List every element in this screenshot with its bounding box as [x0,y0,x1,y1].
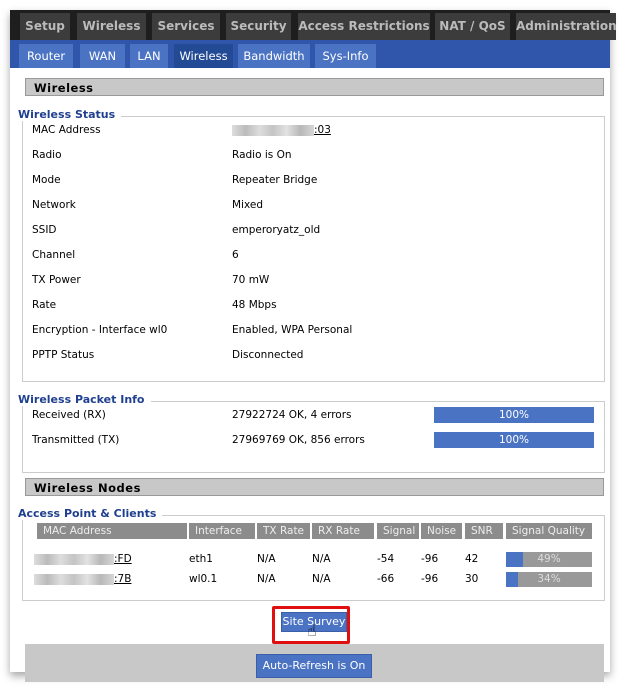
sub-nav: Router WAN LAN Wireless Bandwidth Sys-Info [10,40,610,68]
router-window: Setup Wireless Services Security Access Rest… [10,10,616,682]
column-header: TX Rate [257,523,310,539]
nodes-header: Wireless Nodes [25,478,604,496]
column-header: Interface [189,523,255,539]
column-header: Signal Quality [506,523,592,539]
quality-label: 34% [537,573,561,585]
mac-link[interactable]: :03 [314,124,331,136]
status-label: Rate [32,299,57,311]
signal-quality-bar: 34% [506,572,592,587]
client-rx: N/A [312,573,331,585]
status-label: MAC Address [32,124,101,136]
status-value: Radio is On [232,149,292,161]
column-header: RX Rate [312,523,374,539]
status-value: Enabled, WPA Personal [232,324,353,336]
progress-label: 100% [498,434,530,446]
client-tx: N/A [257,573,276,585]
status-label: TX Power [32,274,81,286]
status-label: Radio [32,149,62,161]
client-interface: wl0.1 [189,573,218,585]
sub-tab-wireless[interactable]: Wireless [174,44,233,68]
wireless-status-fieldset [22,116,605,382]
client-mac: :FD [34,553,132,565]
top-tab-security[interactable]: Security [226,13,291,40]
client-tx: N/A [257,553,276,565]
sub-tab-wan[interactable]: WAN [80,44,125,68]
client-noise: -96 [421,573,439,585]
column-header: SNR [465,523,503,539]
mac-link[interactable]: :FD [114,553,132,565]
hand-cursor-icon: ☝ [307,621,317,640]
wireless-status-legend: Wireless Status [18,108,122,121]
quality-label: 49% [537,553,561,565]
signal-quality-bar: 49% [506,552,592,567]
quality-fill [506,572,518,587]
mac-blur [232,124,314,136]
client-rx: N/A [312,553,331,565]
client-signal: -54 [377,553,395,565]
client-mac: :7B [34,573,131,585]
top-tab-setup[interactable]: Setup [20,13,70,40]
quality-fill [506,552,523,567]
client-snr: 30 [465,573,479,585]
status-label: PPTP Status [32,349,95,361]
status-value: emperoryatz_old [232,224,321,236]
status-value: 6 [232,249,239,261]
mac-blur [34,553,114,565]
status-label: Mode [32,174,61,186]
packet-progress-bar: 100% [434,407,594,423]
sub-tab-lan[interactable]: LAN [130,44,168,68]
client-noise: -96 [421,553,439,565]
packet-info-legend: Wireless Packet Info [18,393,151,406]
top-tab-access-restrictions[interactable]: Access Restrictions [298,13,430,40]
column-header: MAC Address [37,523,187,539]
auto-refresh-button[interactable]: Auto-Refresh is On [256,654,372,678]
client-signal: -66 [377,573,395,585]
sub-tab-bandwidth[interactable]: Bandwidth [238,44,310,68]
sub-tab-sys-info[interactable]: Sys-Info [315,44,376,68]
section-header: Wireless [25,78,604,96]
status-value: :03 [232,124,331,136]
progress-label: 100% [498,409,530,421]
status-value: Repeater Bridge [232,174,318,186]
packet-label: Received (RX) [32,409,106,421]
client-snr: 42 [465,553,479,565]
content: Wireless Wireless Status MAC Address :03 R… [10,68,610,682]
column-header: Noise [421,523,462,539]
client-interface: eth1 [189,553,213,565]
packet-progress-bar: 100% [434,432,594,448]
status-value: 48 Mbps [232,299,277,311]
sub-tab-router[interactable]: Router [19,44,73,68]
mac-blur [34,573,114,585]
packet-label: Transmitted (TX) [32,434,120,446]
status-label: Network [32,199,76,211]
top-tab-nat-qos[interactable]: NAT / QoS [435,13,510,40]
top-tab-wireless[interactable]: Wireless [77,13,146,40]
packet-value: 27922724 OK, 4 errors [232,409,352,421]
status-value: 70 mW [232,274,270,286]
status-label: Encryption - Interface wl0 [32,324,168,336]
status-label: Channel [32,249,76,261]
packet-value: 27969769 OK, 856 errors [232,434,365,446]
status-value: Mixed [232,199,263,211]
status-value: Disconnected [232,349,304,361]
status-label: SSID [32,224,57,236]
top-tab-administration[interactable]: Administration [516,13,616,40]
top-tab-services[interactable]: Services [152,13,220,40]
mac-link[interactable]: :7B [114,573,131,585]
clients-legend: Access Point & Clients [18,507,163,520]
column-header: Signal [377,523,419,539]
